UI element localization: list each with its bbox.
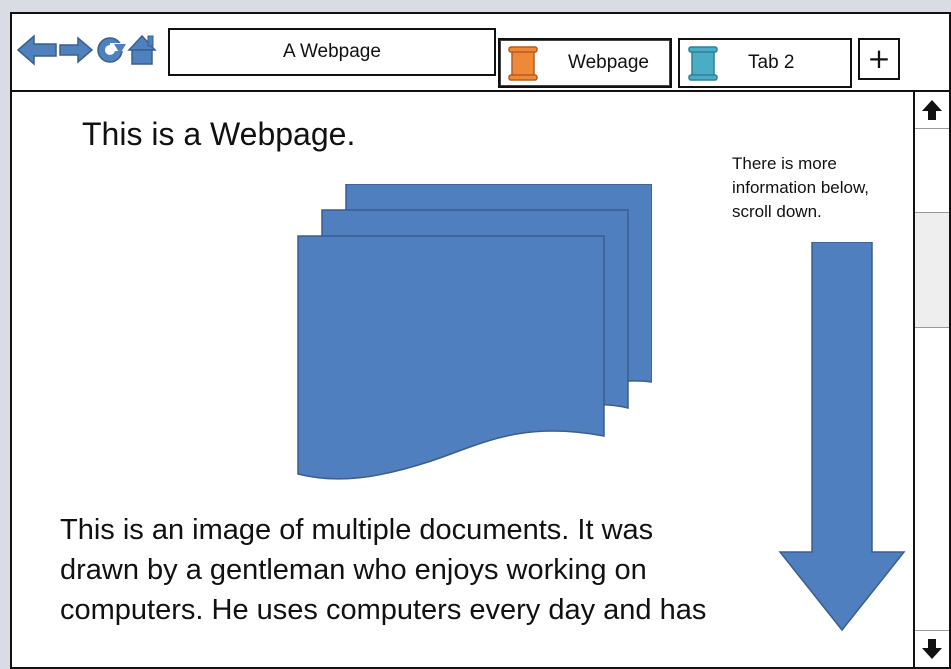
paragraph-line: computers. He uses computers every day a…	[60, 594, 707, 626]
vertical-scrollbar[interactable]	[913, 92, 949, 667]
arrow-down-icon	[922, 639, 942, 659]
scroll-down-button[interactable]	[915, 630, 949, 667]
multiple-documents-image	[297, 184, 652, 480]
paragraph-line: drawn by a gentleman who enjoys working …	[60, 554, 647, 586]
address-bar[interactable]: A Webpage	[168, 28, 496, 76]
refresh-icon[interactable]	[97, 37, 126, 63]
tab-tab-2[interactable]: Tab 2	[678, 38, 852, 88]
tab-label: Tab 2	[748, 52, 795, 73]
page-paragraph: This is an image of multiple documents. …	[60, 510, 880, 630]
browser-toolbar: A Webpage Webpage Tab 2 +	[12, 14, 949, 92]
nav-icons	[16, 34, 157, 66]
forward-arrow-icon[interactable]	[59, 36, 94, 64]
scroll-up-button[interactable]	[915, 92, 949, 129]
tab-label: Webpage	[568, 52, 649, 73]
new-tab-button[interactable]: +	[858, 38, 900, 80]
paragraph-line: This is an image of multiple documents. …	[60, 514, 654, 546]
home-icon[interactable]	[127, 34, 157, 65]
page-content: This is a Webpage. There is more informa…	[12, 92, 915, 667]
back-arrow-icon[interactable]	[16, 34, 57, 66]
scrollbar-thumb[interactable]	[915, 212, 949, 328]
page-heading: This is a Webpage.	[82, 116, 356, 152]
tab-webpage[interactable]: Webpage	[498, 38, 672, 88]
orange-scroll-icon	[508, 46, 538, 81]
arrow-up-icon	[922, 100, 942, 120]
browser-window: A Webpage Webpage Tab 2 + This is a Webp…	[10, 12, 951, 669]
blue-scroll-icon	[688, 46, 718, 81]
scroll-hint-text: There is more information below, scroll …	[732, 154, 870, 221]
